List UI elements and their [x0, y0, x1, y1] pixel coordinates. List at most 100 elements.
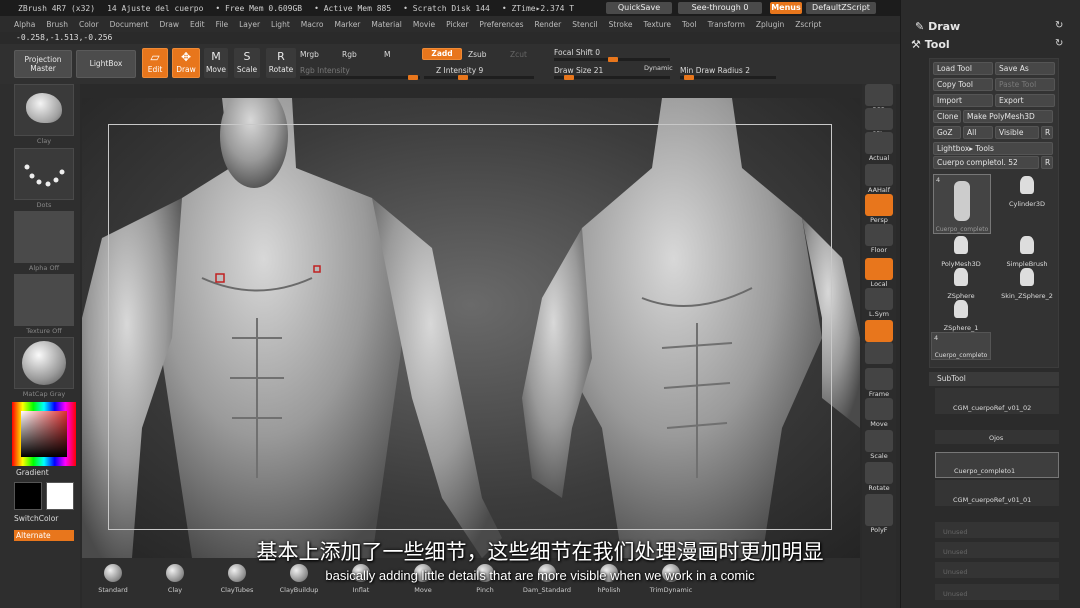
- focal-shift-knob[interactable]: [608, 57, 618, 62]
- shelf-button-rotate[interactable]: [865, 462, 893, 484]
- shelf-button-spix[interactable]: [865, 108, 893, 130]
- menu-render[interactable]: Render: [535, 20, 562, 29]
- subtool-item[interactable]: CGM_cuerpoRef_v01_02: [935, 388, 1059, 414]
- min-draw-radius-slider[interactable]: Min Draw Radius 2: [680, 66, 750, 75]
- scale-button[interactable]: S Scale: [234, 48, 260, 78]
- rotate-button[interactable]: R Rotate: [266, 48, 296, 78]
- export-button[interactable]: Export: [995, 94, 1055, 107]
- switchcolor-button[interactable]: SwitchColor: [14, 514, 58, 523]
- menu-document[interactable]: Document: [110, 20, 149, 29]
- subtool-item[interactable]: Unused: [935, 584, 1059, 600]
- mrgb-button[interactable]: Mrgb: [300, 50, 319, 59]
- projection-master-button[interactable]: Projection Master: [14, 50, 72, 78]
- shelf-button-persp[interactable]: [865, 194, 893, 216]
- rgb-button[interactable]: Rgb: [342, 50, 357, 59]
- menu-layer[interactable]: Layer: [239, 20, 260, 29]
- zsub-button[interactable]: Zsub: [468, 50, 487, 59]
- shelf-button-actual[interactable]: [865, 132, 893, 154]
- current-tool-slider[interactable]: Cuerpo completol. 52: [933, 156, 1039, 169]
- visible-button[interactable]: Visible: [995, 126, 1039, 139]
- m-button[interactable]: M: [384, 50, 390, 59]
- secondary-color-swatch[interactable]: [46, 482, 74, 510]
- menu-light[interactable]: Light: [271, 20, 290, 29]
- subtool-header[interactable]: SubTool: [929, 372, 1059, 386]
- z-intensity-knob[interactable]: [458, 75, 468, 80]
- menu-picker[interactable]: Picker: [446, 20, 468, 29]
- subtool-item[interactable]: CGM_cuerpoRef_v01_01: [935, 480, 1059, 506]
- shelf-button-move[interactable]: [865, 398, 893, 420]
- min-draw-radius-track[interactable]: [680, 75, 776, 80]
- stroke-thumbnail[interactable]: [14, 148, 74, 200]
- default-zscript-button[interactable]: DefaultZScript: [806, 2, 876, 14]
- subtool-item[interactable]: Ojos: [935, 430, 1059, 444]
- primary-color-swatch[interactable]: [14, 482, 42, 510]
- tool-item-polymesh3d[interactable]: PolyMesh3D: [931, 236, 991, 268]
- menu-transform[interactable]: Transform: [708, 20, 745, 29]
- copy-tool-button[interactable]: Copy Tool: [933, 78, 993, 91]
- color-saturation-square[interactable]: [21, 411, 67, 457]
- zcut-button[interactable]: Zcut: [510, 50, 527, 59]
- dynamic-button[interactable]: Dynamic: [644, 64, 673, 72]
- zadd-button[interactable]: Zadd: [422, 48, 462, 60]
- move-button[interactable]: M Move: [204, 48, 228, 78]
- menu-movie[interactable]: Movie: [413, 20, 435, 29]
- tool-item-zsphere[interactable]: ZSphere: [931, 268, 991, 300]
- z-intensity-slider[interactable]: Z Intensity 9: [436, 66, 483, 75]
- shelf-button-bpr[interactable]: [865, 84, 893, 106]
- rgb-intensity-knob[interactable]: [408, 75, 418, 80]
- r-button[interactable]: R: [1041, 126, 1053, 139]
- min-draw-radius-knob[interactable]: [684, 75, 694, 80]
- quicksave-button[interactable]: QuickSave: [606, 2, 672, 14]
- shelf-button-aahalf[interactable]: [865, 164, 893, 186]
- menu-marker[interactable]: Marker: [334, 20, 360, 29]
- menus-button[interactable]: Menus: [770, 2, 802, 14]
- shelf-button-local[interactable]: [865, 258, 893, 280]
- texture-thumbnail[interactable]: [14, 274, 74, 326]
- tool-thumbnail-active[interactable]: 4 Cuerpo_completo: [933, 174, 991, 234]
- material-thumbnail[interactable]: [14, 337, 74, 389]
- focal-shift-track[interactable]: [554, 57, 670, 62]
- menu-zplugin[interactable]: Zplugin: [756, 20, 784, 29]
- load-tool-button[interactable]: Load Tool: [933, 62, 993, 75]
- draw-size-slider[interactable]: Draw Size 21: [554, 66, 603, 75]
- menu-tool[interactable]: Tool: [682, 20, 697, 29]
- rgb-intensity-slider[interactable]: Rgb Intensity: [300, 66, 350, 75]
- alpha-thumbnail[interactable]: [14, 211, 74, 263]
- lightbox-tools-button[interactable]: Lightbox▸ Tools: [933, 142, 1053, 155]
- menu-file[interactable]: File: [216, 20, 229, 29]
- lightbox-button[interactable]: LightBox: [76, 50, 136, 78]
- goz-button[interactable]: GoZ: [933, 126, 961, 139]
- tool-palette-header[interactable]: ⚒ Tool: [911, 38, 950, 51]
- shelf-button-floor[interactable]: [865, 224, 893, 246]
- tool-item-last[interactable]: 4 Cuerpo_completo: [931, 332, 991, 360]
- menu-brush[interactable]: Brush: [46, 20, 68, 29]
- edit-button[interactable]: ▱ Edit: [142, 48, 168, 78]
- menu-alpha[interactable]: Alpha: [14, 20, 35, 29]
- subtool-item[interactable]: Cuerpo_completo1: [935, 452, 1059, 478]
- menu-zscript[interactable]: Zscript: [795, 20, 821, 29]
- draw-size-track[interactable]: [554, 75, 670, 80]
- tool-item-zsphere-1[interactable]: ZSphere_1: [931, 300, 991, 332]
- menu-draw[interactable]: Draw: [159, 20, 179, 29]
- menu-stroke[interactable]: Stroke: [609, 20, 633, 29]
- all-button[interactable]: All: [963, 126, 993, 139]
- z-intensity-track[interactable]: [424, 75, 534, 80]
- menu-macro[interactable]: Macro: [301, 20, 324, 29]
- refresh-icon[interactable]: ↻: [1055, 38, 1063, 49]
- rgb-intensity-track[interactable]: [300, 75, 420, 80]
- shelf-button-frame[interactable]: [865, 368, 893, 390]
- tool-item-cylinder3d[interactable]: Cylinder3D: [997, 176, 1057, 208]
- shelf-button-scale[interactable]: [865, 430, 893, 452]
- tool-item-skin-zsphere-2[interactable]: Skin_ZSphere_2: [997, 268, 1057, 300]
- menu-material[interactable]: Material: [371, 20, 401, 29]
- menu-edit[interactable]: Edit: [190, 20, 205, 29]
- make-polymesh3d-button[interactable]: Make PolyMesh3D: [963, 110, 1053, 123]
- draw-size-knob[interactable]: [564, 75, 574, 80]
- paste-tool-button[interactable]: Paste Tool: [995, 78, 1055, 91]
- shelf-button-l-sym[interactable]: [865, 288, 893, 310]
- draw-palette-header[interactable]: ✎ Draw: [915, 20, 960, 33]
- brush-thumbnail[interactable]: [14, 84, 74, 136]
- draw-button[interactable]: ✥ Draw: [172, 48, 200, 78]
- save-as-button[interactable]: Save As: [995, 62, 1055, 75]
- see-through-slider[interactable]: See-through 0: [678, 2, 762, 14]
